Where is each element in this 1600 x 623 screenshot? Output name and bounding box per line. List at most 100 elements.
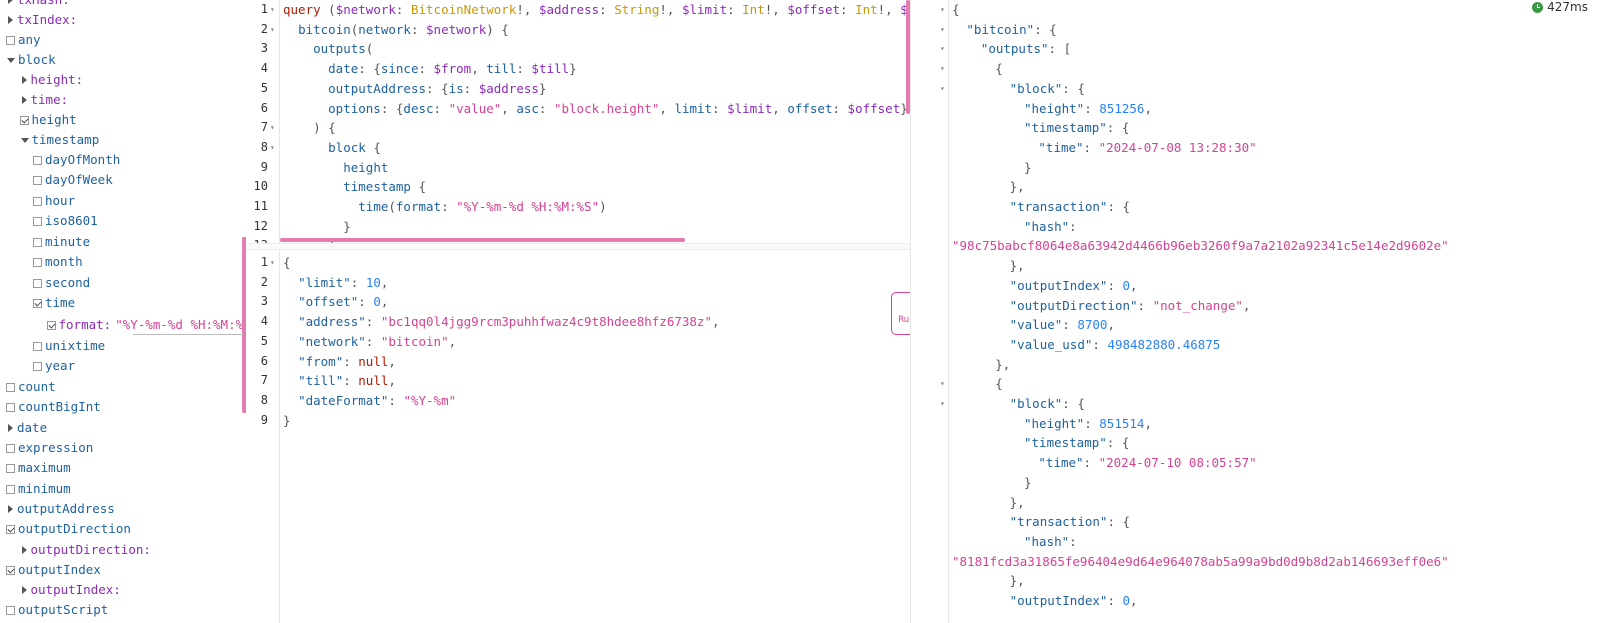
code-token: null: [358, 373, 389, 389]
explorer-item[interactable]: second: [33, 273, 90, 293]
fold-arrow-icon[interactable]: ▾: [940, 39, 945, 59]
code-token: : {: [426, 80, 449, 96]
explorer-item[interactable]: minimum: [6, 479, 71, 499]
variables-editor[interactable]: 1 ▾{2 "limit": 10, 3 "offset": 0, 4 "addres…: [246, 250, 910, 623]
fold-arrow-icon[interactable]: ▾: [940, 0, 945, 20]
explorer-item[interactable]: maximum: [6, 458, 71, 478]
caret-down-icon[interactable]: [7, 57, 15, 63]
result-token: {: [952, 2, 960, 17]
result-viewer[interactable]: 427ms ▾{▾ "bitcoin": {▾ "outputs": [▾{▾ "bl…: [910, 0, 1600, 623]
explorer-item[interactable]: year: [33, 356, 75, 376]
explorer-item[interactable]: block: [6, 50, 56, 70]
explorer-item[interactable]: dayOfMonth: [33, 150, 120, 170]
explorer-item[interactable]: countBigInt: [6, 397, 101, 417]
explorer-item[interactable]: outputScript: [6, 600, 108, 620]
checkbox-icon[interactable]: [6, 443, 15, 453]
caret-right-icon[interactable]: [21, 546, 27, 554]
fold-arrow-icon[interactable]: ▾: [940, 394, 945, 414]
checked-checkbox-icon[interactable]: [33, 298, 42, 308]
query-editor-horizontal-scrollbar[interactable]: [280, 238, 685, 242]
checked-checkbox-icon[interactable]: [46, 320, 56, 330]
caret-right-icon[interactable]: [8, 424, 13, 432]
explorer-item[interactable]: height:: [20, 70, 83, 90]
checkbox-icon[interactable]: [33, 278, 42, 288]
explorer-item[interactable]: iso8601: [33, 211, 98, 231]
result-token: ,: [1144, 100, 1152, 116]
explorer-arg-value-input[interactable]: "%Y-%m-%d %H:%M:%S": [115, 315, 246, 335]
fold-arrow-icon[interactable]: ▾: [940, 20, 945, 40]
checkbox-icon[interactable]: [33, 341, 42, 351]
explorer-item[interactable]: date: [6, 418, 47, 438]
checked-checkbox-icon[interactable]: [19, 115, 29, 125]
explorer-item[interactable]: format: "%Y-%m-%d %H:%M:%S": [46, 315, 246, 335]
checkbox-icon[interactable]: [33, 155, 42, 165]
explorer-item[interactable]: outputDirection: [6, 519, 131, 539]
explorer-item[interactable]: height: [19, 110, 77, 130]
caret-right-icon[interactable]: [21, 96, 27, 104]
editor-divider[interactable]: [246, 243, 910, 250]
explorer-item[interactable]: time:: [20, 90, 68, 110]
fold-arrow-icon[interactable]: ▾: [270, 253, 275, 273]
checkbox-icon[interactable]: [33, 175, 42, 185]
checkbox-icon[interactable]: [6, 484, 15, 494]
explorer-item[interactable]: timestamp: [20, 130, 99, 150]
caret-down-icon[interactable]: [20, 137, 29, 143]
line-number: 9: [260, 412, 268, 427]
result-token: },: [1009, 258, 1025, 274]
fold-arrow-icon[interactable]: ▾: [270, 118, 275, 138]
code-token: till: [486, 61, 517, 77]
checkbox-icon[interactable]: [33, 196, 42, 206]
line-number: 10: [253, 179, 268, 194]
checkbox-icon[interactable]: [6, 402, 15, 412]
explorer-item[interactable]: month: [33, 252, 83, 272]
checkbox-icon[interactable]: [33, 216, 42, 226]
explorer-item[interactable]: dayOfWeek: [33, 170, 113, 190]
explorer-item[interactable]: minute: [33, 232, 90, 252]
explorer-item[interactable]: unixtime: [33, 336, 105, 356]
result-token: "timestamp": [1024, 120, 1107, 136]
checkbox-icon[interactable]: [6, 463, 15, 473]
code-token: "value": [448, 100, 502, 116]
fold-arrow-icon[interactable]: ▾: [940, 374, 945, 394]
checkbox-icon[interactable]: [33, 257, 42, 267]
caret-right-icon[interactable]: [21, 586, 27, 594]
fold-arrow-icon[interactable]: ▾: [270, 138, 275, 158]
caret-right-icon[interactable]: [21, 76, 27, 84]
explorer-item[interactable]: outputAddress: [6, 499, 115, 519]
explorer-item[interactable]: txHash:: [6, 0, 70, 10]
fold-arrow-icon[interactable]: ▾: [270, 20, 275, 40]
checked-checkbox-icon[interactable]: [6, 565, 15, 575]
query-editor[interactable]: 1 ▾ query ($network: BitcoinNetwork!, $add…: [246, 0, 910, 243]
explorer-item[interactable]: outputDirection:: [20, 540, 151, 560]
explorer-item[interactable]: outputIndex:: [20, 580, 121, 600]
caret-right-icon[interactable]: [8, 16, 13, 24]
code-token: $address: [538, 2, 600, 17]
explorer-item[interactable]: txIndex:: [6, 10, 77, 30]
code-content: "offset": 0,: [283, 292, 388, 312]
fold-arrow-icon[interactable]: ▾: [270, 0, 275, 20]
explorer-item[interactable]: outputIndex: [6, 560, 101, 580]
checkbox-icon[interactable]: [33, 237, 42, 247]
caret-right-icon[interactable]: [8, 505, 13, 513]
explorer-item[interactable]: hour: [33, 191, 75, 211]
checkbox-icon[interactable]: [6, 605, 15, 615]
checkbox-icon[interactable]: [6, 382, 15, 392]
explorer-item[interactable]: time: [33, 293, 75, 313]
code-token: $limit: [681, 2, 728, 17]
checkbox-icon[interactable]: [6, 35, 15, 45]
caret-right-icon[interactable]: [8, 0, 13, 4]
code-content: "till": null,: [283, 371, 396, 391]
result-line: "transaction": {: [911, 512, 1600, 532]
checked-checkbox-icon[interactable]: [6, 524, 15, 534]
checkbox-icon[interactable]: [33, 361, 42, 371]
result-content: {: [995, 374, 1003, 394]
code-content: block {: [283, 138, 381, 158]
code-token: !,: [659, 2, 682, 17]
explorer-item[interactable]: any: [6, 30, 41, 50]
fold-arrow-icon[interactable]: ▾: [940, 79, 945, 99]
fold-arrow-icon[interactable]: ▾: [940, 59, 945, 79]
result-line: "value_usd": 498482880.46875: [911, 335, 1600, 355]
code-line: 3 outputs(: [246, 39, 910, 59]
explorer-item[interactable]: expression: [6, 438, 93, 458]
explorer-item[interactable]: count: [6, 377, 56, 397]
